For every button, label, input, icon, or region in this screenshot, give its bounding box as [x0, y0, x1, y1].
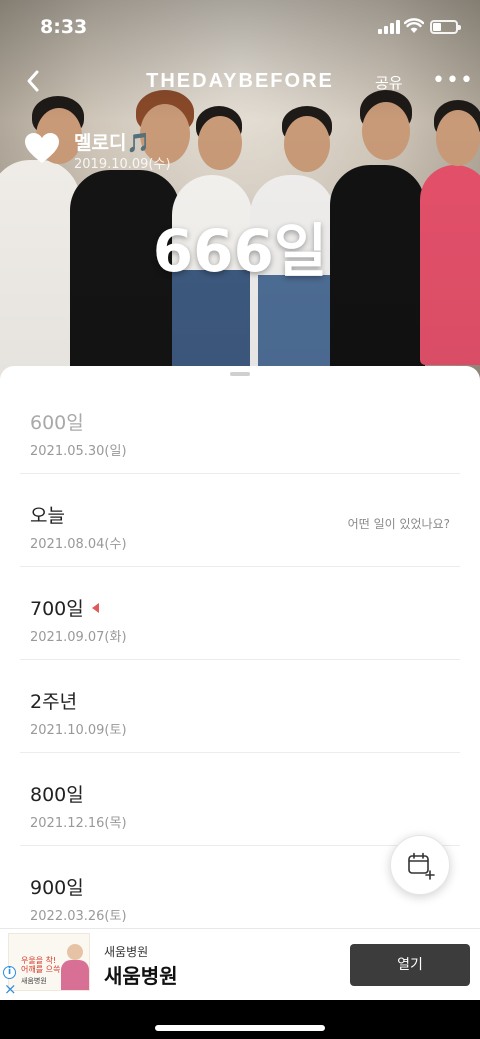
share-button[interactable]: 공유 — [375, 72, 403, 93]
milestone-date: 2021.09.07(화) — [30, 630, 127, 645]
ad-banner[interactable]: 우울을 착! 어깨를 으쓱~ 새움병원 i × 새움병원 새움병원 열기 — [0, 928, 480, 1000]
milestone-label: 800일 — [30, 784, 84, 806]
ad-model-body — [61, 960, 89, 990]
milestone-date: 2021.08.04(수) — [30, 537, 127, 552]
milestone-row[interactable]: 800일 2021.12.16(목) — [0, 754, 480, 846]
ad-headline: 새움병원 — [104, 964, 178, 988]
add-milestone-button[interactable] — [390, 835, 450, 895]
divider — [20, 752, 460, 753]
more-options-button[interactable]: ••• — [432, 68, 474, 93]
milestone-row[interactable]: 600일 2021.05.30(일) — [0, 382, 480, 474]
divider — [20, 473, 460, 474]
signal-icon — [378, 20, 400, 34]
home-indicator[interactable] — [155, 1025, 325, 1031]
status-time: 8:33 — [40, 16, 88, 38]
milestone-label-text: 700일 — [30, 598, 84, 620]
ad-thumb-brand: 새움병원 — [21, 977, 47, 985]
app-brand-logo: THEDAYBEFORE — [146, 70, 334, 92]
milestone-date: 2021.12.16(목) — [30, 816, 127, 831]
milestone-label: 600일 — [30, 412, 84, 434]
ad-advertiser: 새움병원 — [104, 945, 149, 959]
ad-thumb-line1: 우울을 착! — [21, 956, 57, 965]
milestone-row-today[interactable]: 오늘 2021.08.04(수) 어떤 일이 있었나요? — [0, 475, 480, 567]
next-milestone-marker-icon — [91, 603, 99, 613]
divider — [20, 845, 460, 846]
milestone-label: 2주년 — [30, 691, 78, 713]
battery-icon — [430, 20, 461, 34]
milestone-label: 오늘 — [30, 505, 65, 527]
divider — [20, 566, 460, 567]
ad-close-icon[interactable]: × — [4, 982, 17, 997]
calendar-add-icon — [408, 852, 435, 880]
home-indicator-area — [0, 1000, 480, 1039]
ad-open-button[interactable]: 열기 — [350, 944, 470, 986]
ad-model-face — [67, 944, 83, 960]
divider — [20, 659, 460, 660]
ad-thumbnail[interactable]: 우울을 착! 어깨를 으쓱~ 새움병원 — [8, 933, 90, 991]
milestone-row[interactable]: 2주년 2021.10.09(토) — [0, 661, 480, 753]
event-name: 멜로디🎵 — [74, 132, 151, 154]
milestone-label: 900일 — [30, 877, 84, 899]
milestone-date: 2021.10.09(토) — [30, 723, 127, 738]
nav-bar: THEDAYBEFORE 공유 ••• — [0, 58, 480, 106]
milestone-row[interactable]: 700일 2021.09.07(화) — [0, 568, 480, 660]
heart-icon[interactable] — [24, 132, 60, 164]
milestone-date: 2021.05.30(일) — [30, 444, 127, 459]
milestone-date: 2022.03.26(토) — [30, 909, 127, 924]
day-count: 666일 — [152, 217, 328, 285]
wifi-icon — [404, 18, 424, 33]
memo-prompt[interactable]: 어떤 일이 있었나요? — [348, 515, 450, 532]
ad-info-icon[interactable]: i — [3, 966, 16, 979]
status-bar: 8:33 — [0, 0, 480, 56]
milestone-label: 700일 — [30, 594, 99, 621]
sheet-drag-handle[interactable] — [230, 372, 250, 376]
event-start-date: 2019.10.09(수) — [74, 157, 171, 172]
